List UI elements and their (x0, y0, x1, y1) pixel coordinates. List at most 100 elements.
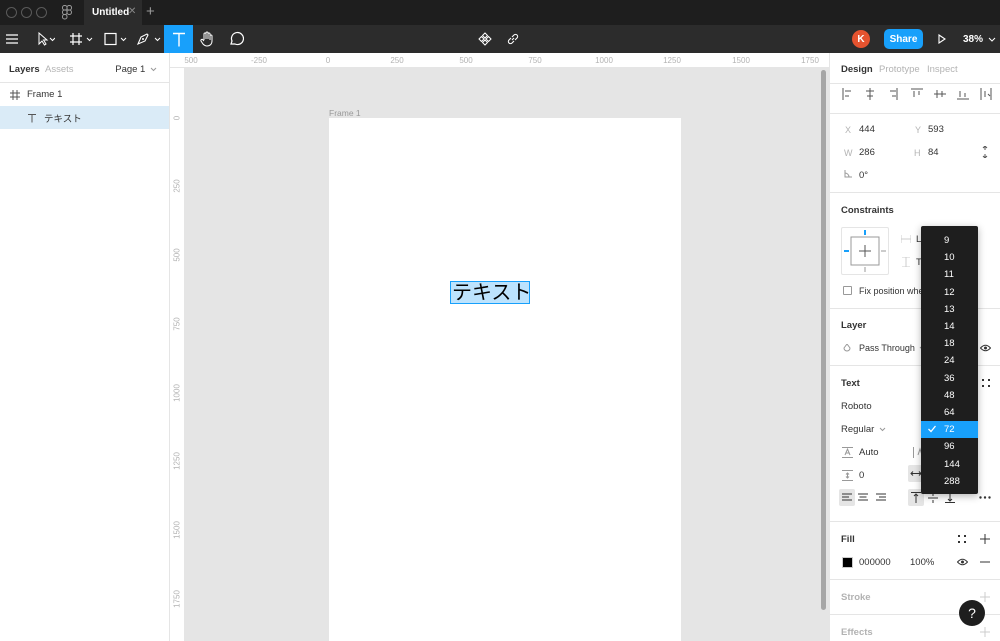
divider (830, 192, 1000, 193)
maximize-window-button[interactable] (36, 7, 47, 18)
paragraph-spacing-field[interactable]: 0 (859, 470, 864, 481)
text-align-left-icon (842, 493, 852, 501)
constraints-title: Constraints (841, 205, 894, 216)
h-label: H (914, 148, 921, 158)
layer-name: Frame 1 (27, 89, 63, 100)
font-size-option[interactable]: 10 (921, 249, 978, 266)
add-fill-icon[interactable] (980, 534, 990, 544)
new-tab-button[interactable]: + (146, 3, 155, 20)
link-button[interactable] (502, 25, 524, 53)
font-size-option[interactable]: 48 (921, 387, 978, 404)
alignment-toolbar (842, 88, 992, 100)
text-align-left-button[interactable] (839, 489, 855, 506)
page-selector[interactable]: Page 1 (115, 64, 157, 75)
add-stroke-icon[interactable] (980, 592, 990, 602)
tab-inspect[interactable]: Inspect (927, 64, 958, 75)
frame-label[interactable]: Frame 1 (329, 108, 361, 118)
blend-mode-icon (843, 344, 851, 352)
zoom-level-dropdown[interactable]: 38% (963, 34, 996, 45)
rotation-field[interactable]: 0° (859, 170, 868, 181)
close-window-button[interactable] (6, 7, 17, 18)
fill-hex-field[interactable]: 000000 (859, 557, 891, 568)
fix-position-checkbox[interactable] (843, 286, 852, 295)
layer-row-frame[interactable]: Frame 1 (0, 83, 169, 106)
minimize-window-button[interactable] (21, 7, 32, 18)
hamburger-icon (6, 34, 18, 44)
eye-icon[interactable] (957, 558, 968, 566)
blend-mode-select[interactable]: Pass Through (859, 343, 926, 353)
selected-text-layer[interactable]: テキスト (450, 281, 531, 304)
user-avatar[interactable]: K (852, 30, 870, 48)
shape-tool-button[interactable] (100, 25, 130, 53)
close-tab-icon[interactable]: ✕ (128, 6, 136, 17)
hand-tool-button[interactable] (193, 25, 221, 53)
frame-1[interactable] (329, 118, 681, 641)
add-effect-icon[interactable] (980, 627, 990, 637)
eye-icon[interactable] (980, 344, 991, 352)
tab-assets[interactable]: Assets (45, 64, 74, 75)
align-vertical-center-icon (934, 90, 946, 98)
constrain-proportions-icon[interactable] (981, 146, 989, 158)
font-size-option[interactable]: 12 (921, 284, 978, 301)
ruler-tick: 1250 (172, 452, 182, 470)
text-tool-button[interactable] (164, 25, 193, 53)
font-size-option[interactable]: 14 (921, 318, 978, 335)
font-size-option[interactable]: 288 (921, 473, 978, 490)
effects-section-title: Effects (841, 627, 873, 638)
share-button[interactable]: Share (884, 29, 923, 49)
tab-prototype[interactable]: Prototype (879, 64, 920, 75)
font-size-option[interactable]: 64 (921, 404, 978, 421)
ruler-tick: 1500 (172, 521, 182, 539)
x-field[interactable]: 444 (859, 124, 875, 135)
help-button[interactable]: ? (959, 600, 985, 626)
fill-styles-icon[interactable] (958, 535, 966, 543)
components-button[interactable] (474, 25, 496, 53)
font-family-select[interactable]: Roboto (841, 401, 872, 412)
font-size-option[interactable]: 72 (921, 421, 978, 439)
present-button[interactable] (933, 25, 951, 53)
text-align-right-icon[interactable] (875, 492, 887, 503)
font-size-option[interactable]: 11 (921, 266, 978, 283)
move-tool-button[interactable] (30, 25, 60, 53)
height-field[interactable]: 84 (928, 147, 939, 158)
text-align-center-icon[interactable] (857, 492, 869, 503)
text-styles-icon[interactable] (982, 379, 990, 387)
align-right-icon (890, 88, 898, 100)
font-weight-select[interactable]: Regular (841, 424, 886, 435)
horizontal-constraint-icon (901, 235, 911, 243)
blend-mode-label: Pass Through (859, 343, 915, 353)
file-tab[interactable]: Untitled ✕ (84, 0, 142, 25)
left-panel-tabs: Layers Assets Page 1 (0, 53, 169, 83)
figma-logo-icon[interactable] (62, 5, 72, 20)
fill-color-swatch[interactable] (842, 557, 853, 568)
more-options-icon[interactable] (979, 496, 991, 499)
layer-row-text[interactable]: テキスト (0, 106, 169, 129)
canvas-scrollbar[interactable] (821, 70, 826, 610)
font-size-option[interactable]: 144 (921, 456, 978, 473)
w-label: W (844, 148, 853, 158)
tab-design[interactable]: Design (841, 64, 873, 75)
line-height-field[interactable]: Auto (859, 447, 879, 458)
ruler-tick: 1000 (595, 56, 613, 65)
align-top-icon (911, 88, 923, 97)
font-size-option[interactable]: 13 (921, 301, 978, 318)
constraint-widget[interactable] (841, 227, 889, 275)
pen-tool-button[interactable] (134, 25, 164, 53)
y-field[interactable]: 593 (928, 124, 944, 135)
pen-icon (136, 33, 161, 46)
font-size-option[interactable]: 9 (921, 232, 978, 249)
comment-tool-button[interactable] (222, 25, 250, 53)
font-size-option[interactable]: 24 (921, 352, 978, 369)
tab-layers[interactable]: Layers (9, 64, 40, 75)
main-menu-button[interactable] (0, 25, 24, 53)
font-size-option[interactable]: 18 (921, 335, 978, 352)
fill-opacity-field[interactable]: 100% (910, 557, 934, 568)
font-size-option-label: 144 (944, 458, 960, 470)
width-field[interactable]: 286 (859, 147, 875, 158)
remove-fill-icon[interactable] (980, 561, 990, 563)
ruler-tick: 250 (172, 179, 182, 193)
frame-tool-button[interactable] (66, 25, 96, 53)
font-size-option-label: 48 (944, 389, 955, 401)
font-size-option[interactable]: 36 (921, 370, 978, 387)
font-size-option[interactable]: 96 (921, 438, 978, 455)
